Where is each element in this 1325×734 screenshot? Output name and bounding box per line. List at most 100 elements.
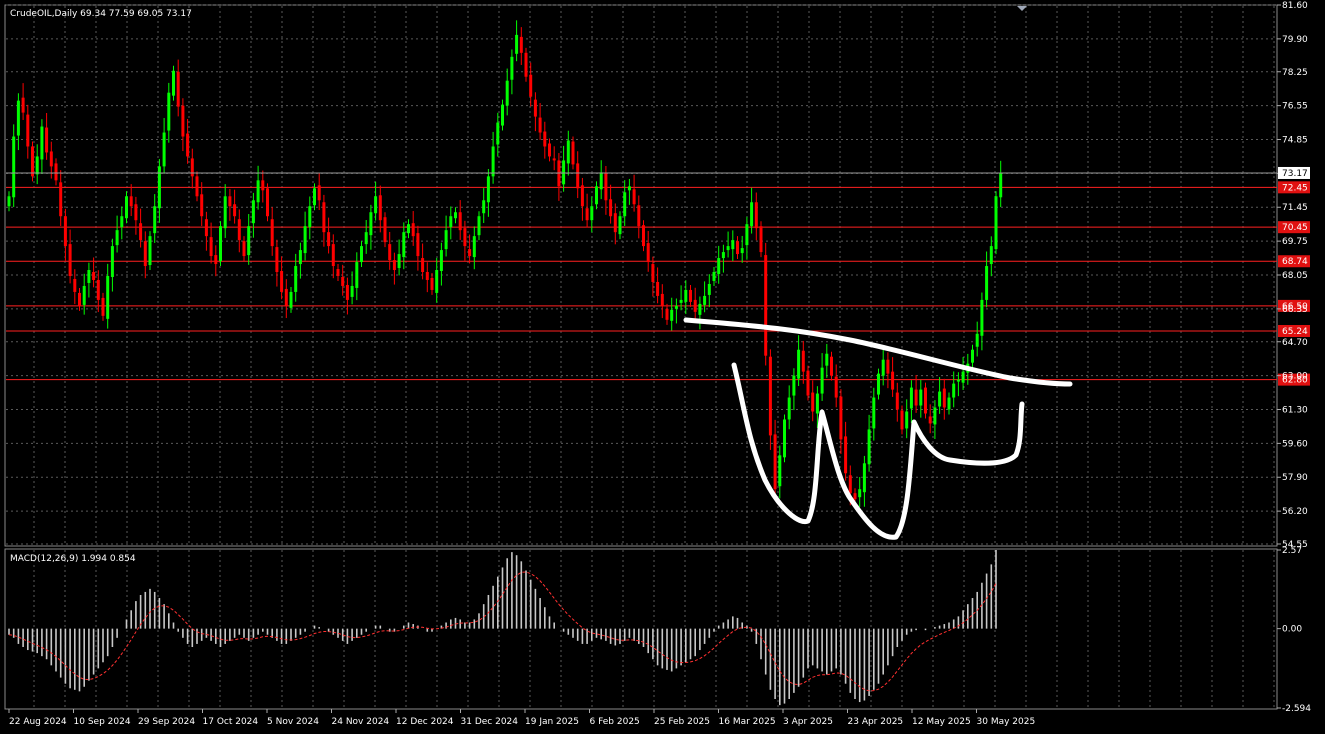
candle-body (783, 419, 786, 458)
candle-body (369, 212, 373, 236)
candle-body (364, 232, 368, 245)
price-tick-label: 76.55 (1282, 102, 1308, 112)
candle-body (491, 146, 495, 177)
candle-body (407, 224, 410, 234)
candle-body (106, 275, 110, 319)
candle-body (200, 194, 204, 217)
candle-body (599, 172, 603, 190)
candle-body (548, 143, 551, 157)
candle-body (68, 244, 72, 276)
candle-body (378, 195, 382, 221)
candle-body (853, 493, 857, 500)
candle-body (110, 246, 114, 277)
candle-body (862, 463, 866, 493)
candle-body (642, 225, 645, 247)
candle-body (956, 379, 960, 382)
price-tick-label: 64.70 (1282, 338, 1308, 348)
candle-body (891, 371, 895, 390)
candle-body (651, 264, 655, 282)
candle-body (458, 212, 462, 231)
candle-body (806, 370, 810, 396)
candle-body (665, 308, 669, 320)
candle-body (703, 295, 707, 305)
candle-body (214, 255, 218, 265)
candle-body (660, 293, 664, 306)
candle-body (435, 270, 439, 293)
candle-body (313, 188, 316, 206)
candle-body (256, 180, 260, 203)
candle-body (787, 397, 791, 420)
candle-body (195, 176, 199, 197)
candle-body (731, 240, 735, 250)
candle-body (472, 236, 476, 258)
candle-body (444, 230, 448, 250)
candle-body (985, 266, 989, 300)
candle-body (388, 244, 392, 261)
candle-body (736, 241, 739, 255)
candle-body (54, 163, 58, 181)
price-tick-label: 81.60 (1282, 1, 1308, 11)
price-tick-label: 56.20 (1282, 507, 1308, 517)
candle-body (975, 333, 979, 347)
candle-body (825, 353, 829, 366)
candle-body (190, 158, 194, 177)
candle-body (266, 188, 269, 217)
candle-body (674, 305, 678, 309)
candle-body (374, 196, 378, 214)
candle-body (754, 202, 758, 229)
candle-body (143, 241, 147, 267)
candle-body (242, 241, 246, 257)
candle-body (905, 411, 909, 429)
price-chart[interactable]: 72.4570.4568.7466.5065.2462.80 81.6079.9… (0, 0, 1325, 734)
time-tick-label: 10 Sep 2024 (74, 717, 131, 727)
candle-body (336, 269, 340, 276)
candle-body (411, 223, 415, 237)
time-tick-label: 24 Nov 2024 (332, 717, 390, 727)
candle-body (40, 126, 44, 160)
candle-body (928, 416, 932, 424)
price-tick-label: 57.90 (1282, 473, 1308, 483)
candle-body (360, 246, 363, 263)
candle-body (656, 281, 660, 296)
candle-body (886, 359, 890, 374)
candle-body (73, 278, 77, 292)
candle-body (125, 196, 128, 219)
candle-body (148, 236, 152, 266)
level-price-label: 70.45 (1282, 223, 1308, 233)
candle-body (383, 217, 387, 243)
candle-body (45, 127, 49, 153)
candle-body (989, 246, 993, 265)
candle-body (355, 262, 359, 288)
price-tick-label: 59.60 (1282, 439, 1308, 449)
candle-body (261, 180, 265, 191)
candle-body (519, 36, 523, 53)
candle-body (228, 196, 232, 207)
candle-body (96, 279, 100, 300)
candle-body (181, 105, 185, 137)
candle-body (679, 299, 683, 303)
time-tick-label: 25 Feb 2025 (654, 717, 710, 727)
candle-body (49, 151, 53, 167)
candle-body (552, 158, 556, 161)
candle-body (172, 70, 175, 96)
candle-body (270, 219, 274, 247)
candle-body (496, 122, 500, 145)
candle-body (909, 387, 913, 409)
chart-background (0, 0, 1325, 734)
candle-body (811, 392, 815, 412)
macd-tick-label: 0.00 (1282, 625, 1302, 635)
time-tick-label: 12 May 2025 (912, 717, 971, 727)
candle-body (63, 216, 67, 247)
candle-body (430, 277, 434, 290)
candle-body (543, 131, 547, 147)
candle-body (670, 309, 674, 321)
level-price-label: 65.24 (1282, 327, 1308, 337)
candle-body (994, 196, 998, 250)
candle-body (510, 56, 514, 80)
candle-body (562, 160, 566, 185)
price-tick-label: 79.90 (1282, 35, 1308, 45)
candle-body (477, 216, 481, 236)
candle-body (952, 383, 956, 398)
candle-body (134, 204, 138, 221)
candle-body (900, 410, 904, 430)
